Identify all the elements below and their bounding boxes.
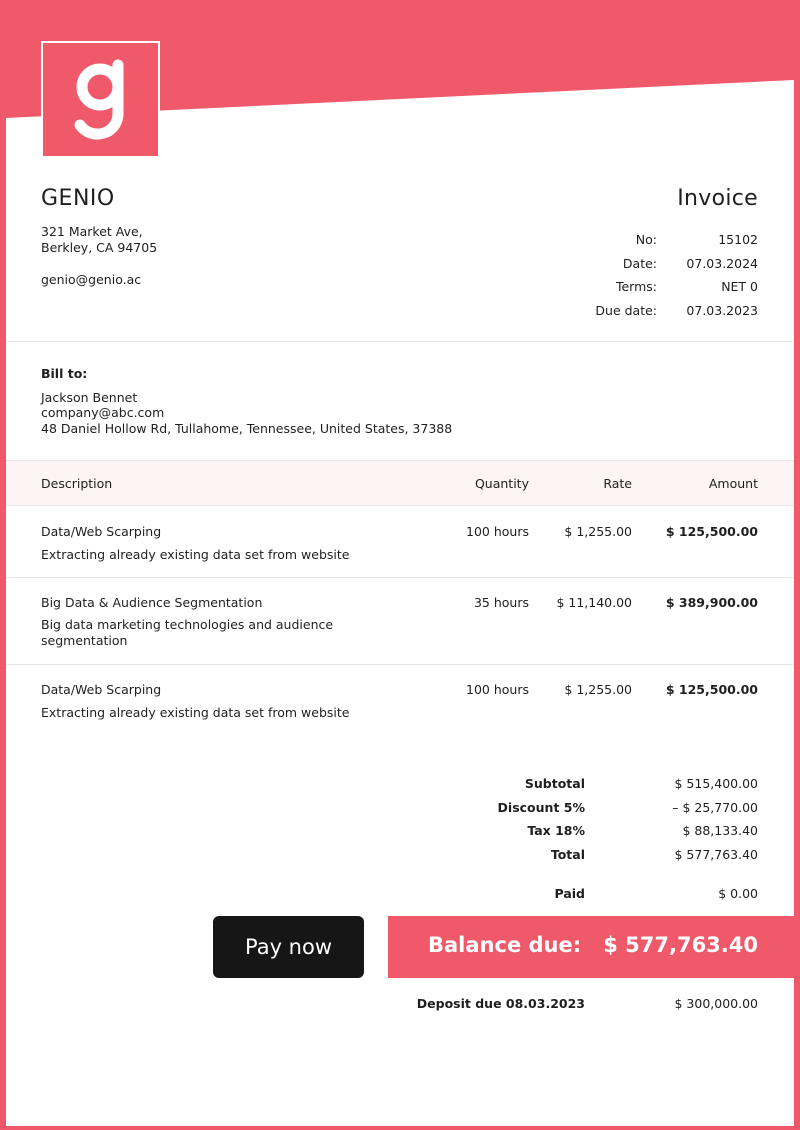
column-header-quantity: Quantity [474, 476, 529, 491]
invoice-terms-value: NET 0 [721, 279, 758, 294]
invoice-number-label: No: [635, 232, 657, 247]
pay-now-button[interactable]: Pay now [213, 916, 364, 978]
row-detail: Extracting already existing data set fro… [41, 547, 350, 562]
column-header-description: Description [41, 476, 113, 491]
row-amount: $ 389,900.00 [665, 595, 758, 610]
bill-to-address: 48 Daniel Hollow Rd, Tullahome, Tennesse… [41, 421, 453, 436]
invoice-due-date-label: Due date: [595, 303, 657, 318]
row-detail: Big data marketing technologies and audi… [41, 617, 334, 648]
balance-due-banner: Balance due: $ 577,763.40 [388, 916, 800, 978]
row-title: Data/Web Scarping [41, 524, 162, 539]
invoice-date-label: Date: [622, 256, 657, 271]
discount-label: Discount 5% [497, 800, 585, 815]
company-logo [41, 41, 160, 158]
row-quantity: 35 hours [473, 595, 529, 610]
total-value: $ 577,763.40 [674, 847, 759, 862]
company-address-line2: Berkley, CA 94705 [41, 240, 158, 255]
bill-to-email: company@abc.com [41, 405, 165, 420]
bill-to-name: Jackson Bennet [41, 390, 138, 405]
paid-value: $ 0.00 [718, 886, 758, 901]
row-quantity: 100 hours [466, 682, 529, 697]
header-divider [6, 341, 794, 342]
column-header-amount: Amount [708, 476, 758, 491]
invoice-number-value: 15102 [718, 232, 758, 247]
row-detail: Extracting already existing data set fro… [41, 705, 350, 720]
row-title: Big Data & Audience Segmentation [41, 595, 263, 610]
row-quantity: 100 hours [466, 524, 529, 539]
invoice-date-value: 07.03.2024 [686, 256, 758, 271]
balance-due-label: Balance due: [428, 933, 582, 957]
company-email: genio@genio.ac [41, 272, 142, 287]
g-logo-icon [74, 59, 124, 140]
row-amount: $ 125,500.00 [665, 682, 758, 697]
row-rate: $ 1,255.00 [564, 682, 632, 697]
row-title: Data/Web Scarping [41, 682, 162, 697]
row-amount: $ 125,500.00 [665, 524, 758, 539]
balance-due-value: $ 577,763.40 [603, 933, 758, 957]
invoice-due-date-value: 07.03.2023 [686, 303, 758, 318]
row-divider [6, 664, 794, 665]
row-rate: $ 11,140.00 [556, 595, 632, 610]
tax-value: $ 88,133.40 [682, 823, 758, 838]
paid-label: Paid [554, 886, 586, 901]
company-name: GENIO [41, 186, 115, 211]
total-label: Total [550, 847, 585, 862]
subtotal-value: $ 515,400.00 [674, 776, 759, 791]
invoice-title: Invoice [677, 186, 758, 211]
bill-to-label: Bill to: [41, 366, 88, 381]
subtotal-label: Subtotal [524, 776, 585, 791]
column-header-rate: Rate [603, 476, 632, 491]
tax-label: Tax 18% [527, 823, 585, 838]
company-address-line1: 321 Market Ave, [41, 224, 143, 239]
deposit-due-label: Deposit due 08.03.2023 [416, 996, 585, 1011]
row-rate: $ 1,255.00 [564, 524, 632, 539]
deposit-due-value: $ 300,000.00 [674, 996, 759, 1011]
discount-value: – $ 25,770.00 [672, 800, 758, 815]
items-table-header [6, 460, 794, 506]
row-divider [6, 577, 794, 578]
invoice-terms-label: Terms: [615, 279, 657, 294]
